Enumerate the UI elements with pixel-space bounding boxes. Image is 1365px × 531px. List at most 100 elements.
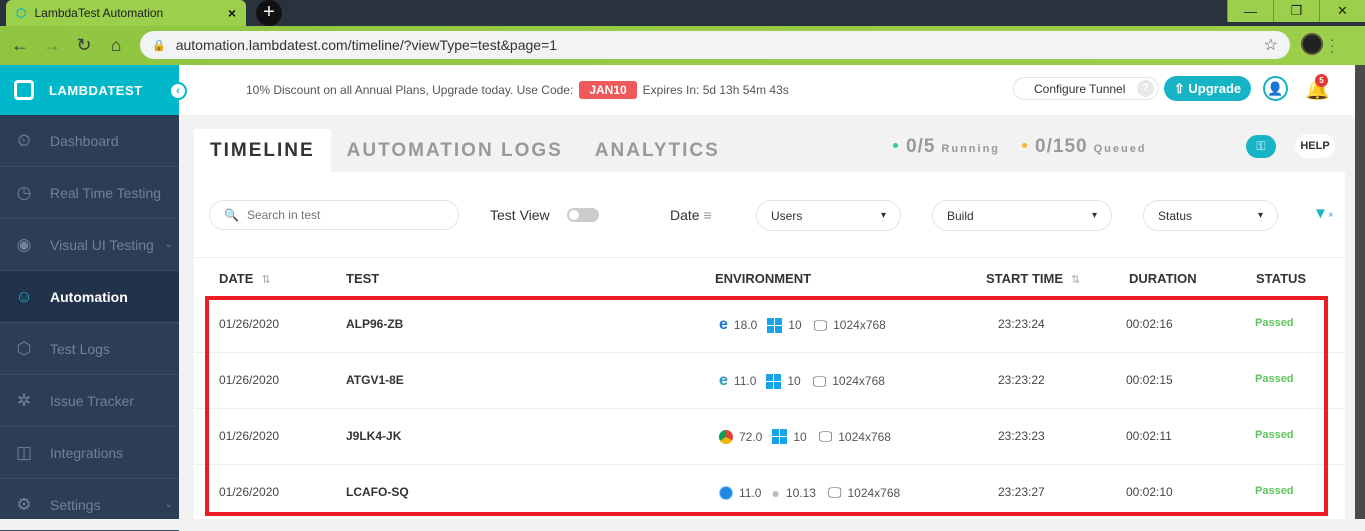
windows-icon: [767, 317, 783, 333]
browser-menu-icon[interactable]: · · ·: [1330, 32, 1335, 58]
user-profile-icon[interactable]: 👤: [1263, 76, 1288, 101]
sidebar-item-test-logs[interactable]: ⬡ Test Logs: [0, 323, 179, 375]
sidebar-item-real-time-testing[interactable]: ◷ Real Time Testing: [0, 167, 179, 219]
row-date: 01/26/2020: [219, 429, 280, 443]
browser-tab[interactable]: ⬡ LambdaTest Automation ×: [6, 0, 246, 26]
row-environment: e 18.0 10 🖵 1024x768: [719, 316, 886, 334]
row-date: 01/26/2020: [219, 485, 280, 499]
minimize-icon[interactable]: —: [1227, 0, 1273, 22]
chevron-down-icon: ▾: [1257, 210, 1263, 221]
lambdatest-logo-icon: [14, 80, 34, 100]
integrations-icon: ◫: [15, 442, 33, 462]
build-select[interactable]: Build ▾: [932, 200, 1112, 231]
profile-avatar[interactable]: [1301, 33, 1323, 55]
col-status: STATUS: [1256, 271, 1307, 286]
test-view-toggle[interactable]: [567, 208, 599, 222]
sort-icon[interactable]: ⇅: [1071, 274, 1080, 286]
page-tabs: TIMELINE AUTOMATION LOGS ANALYTICS: [194, 129, 736, 172]
table-row[interactable]: 01/26/2020 LCAFO-SQ 11.0 ● 10.13 🖵 1024x…: [194, 465, 1345, 521]
queued-count: 0/150: [1035, 136, 1088, 157]
tab-timeline[interactable]: TIMELINE: [194, 129, 331, 172]
configure-tunnel-button[interactable]: Configure Tunnel ?: [1013, 77, 1159, 100]
row-start-time: 23:23:23: [998, 429, 1045, 443]
upgrade-button[interactable]: ⇧ Upgrade: [1164, 76, 1251, 101]
date-label: Date: [670, 207, 700, 223]
tab-analytics[interactable]: ANALYTICS: [579, 129, 736, 172]
edge-icon: e: [719, 316, 728, 333]
sidebar-item-integrations[interactable]: ◫ Integrations: [0, 427, 179, 479]
browser-version: 18.0: [733, 318, 758, 332]
search-field[interactable]: 🔍: [209, 200, 459, 230]
promo-code-badge: JAN10: [579, 81, 637, 99]
back-icon[interactable]: ←: [8, 35, 32, 56]
page-scrollbar[interactable]: [1355, 65, 1365, 519]
col-date[interactable]: DATE ⇅: [219, 271, 271, 286]
sort-icon[interactable]: ⇅: [261, 274, 270, 286]
col-test: TEST: [346, 271, 380, 286]
col-start-time[interactable]: START TIME ⇅: [986, 271, 1080, 286]
lambdatest-favicon-icon: ⬡: [16, 6, 27, 20]
sidebar-item-automation[interactable]: ☺ Automation: [0, 271, 179, 323]
resolution: 1024x768: [847, 485, 901, 500]
row-duration: 00:02:15: [1126, 373, 1173, 387]
home-icon[interactable]: ⌂: [104, 35, 128, 56]
sidebar: LAMBDATEST ⏲ Dashboard ◷ Real Time Testi…: [0, 65, 179, 531]
new-tab-button[interactable]: +: [256, 0, 282, 26]
funnel-icon: ▼: [1313, 205, 1328, 222]
close-window-icon[interactable]: ✕: [1319, 0, 1365, 22]
apple-icon: ●: [771, 484, 780, 501]
running-count: 0/5: [906, 136, 936, 157]
close-tab-icon[interactable]: ×: [228, 5, 236, 21]
table-row[interactable]: 01/26/2020 ALP96-ZB e 18.0 10 🖵 1024x768…: [194, 297, 1345, 353]
monitor-icon: 🖵: [818, 428, 833, 444]
resolution: 1024x768: [838, 429, 891, 444]
address-bar[interactable]: 🔒 automation.lambdatest.com/timeline/?vi…: [140, 31, 1290, 59]
monitor-icon: 🖵: [827, 484, 842, 500]
restore-icon[interactable]: ❐: [1273, 0, 1319, 22]
help-question-icon[interactable]: ?: [1137, 80, 1154, 97]
row-test-name[interactable]: LCAFO-SQ: [346, 485, 409, 499]
row-date: 01/26/2020: [219, 317, 280, 331]
row-duration: 00:02:10: [1126, 485, 1173, 499]
search-input[interactable]: [246, 208, 437, 222]
chevron-down-icon[interactable]: ⌄: [165, 499, 173, 510]
resolution: 1024x768: [833, 318, 886, 332]
row-test-name[interactable]: ALP96-ZB: [346, 317, 403, 331]
row-date: 01/26/2020: [219, 373, 280, 387]
queued-dot-icon: [1022, 143, 1028, 148]
sidebar-item-settings[interactable]: ⚙ Settings ⌄: [0, 479, 179, 531]
running-label: Running: [941, 143, 1001, 155]
collapse-sidebar-button[interactable]: ‹: [169, 82, 187, 100]
users-select[interactable]: Users ▾: [756, 200, 901, 231]
reload-icon[interactable]: ↻: [72, 35, 96, 56]
sidebar-item-label: Issue Tracker: [50, 392, 135, 409]
clear-filter-button[interactable]: ▼×: [1313, 205, 1334, 222]
monitor-icon: 🖵: [813, 316, 828, 333]
row-test-name[interactable]: J9LK4-JK: [346, 429, 401, 443]
row-test-name[interactable]: ATGV1-8E: [346, 373, 404, 387]
promo-banner: 10% Discount on all Annual Plans, Upgrad…: [246, 81, 789, 99]
tab-automation-logs[interactable]: AUTOMATION LOGS: [331, 129, 579, 172]
access-key-button[interactable]: ⚿: [1246, 135, 1276, 158]
date-sort-button[interactable]: Date ≡: [670, 207, 712, 223]
sidebar-item-visual-ui-testing[interactable]: ◉ Visual UI Testing ⌄: [0, 219, 179, 271]
sidebar-item-issue-tracker[interactable]: ✲ Issue Tracker: [0, 375, 179, 427]
help-button[interactable]: HELP: [1295, 134, 1335, 158]
clock-icon: ◷: [16, 182, 32, 202]
sidebar-item-label: Dashboard: [50, 132, 119, 149]
status-select[interactable]: Status ▾: [1143, 200, 1278, 231]
bookmark-star-icon[interactable]: ☆: [1264, 35, 1278, 55]
table-row[interactable]: 01/26/2020 ATGV1-8E e 11.0 10 🖵 1024x768…: [194, 353, 1345, 409]
running-dot-icon: [893, 143, 898, 148]
table-row[interactable]: 01/26/2020 J9LK4-JK 72.0 10 🖵 1024x768 2…: [194, 409, 1345, 465]
row-duration: 00:02:16: [1126, 317, 1173, 331]
gauge-icon: ⏲: [17, 130, 31, 150]
promo-expiry: Expires In: 5d 13h 54m 43s: [642, 83, 789, 97]
sidebar-item-dashboard[interactable]: ⏲ Dashboard: [0, 115, 179, 167]
concurrency-stats: 0/5 Running 0/150 Queued: [893, 136, 1169, 158]
chevron-down-icon[interactable]: ⌄: [165, 239, 173, 250]
col-duration: DURATION: [1129, 271, 1197, 286]
sidebar-item-label: Settings: [50, 496, 101, 513]
forward-icon[interactable]: →: [40, 35, 64, 56]
brand[interactable]: LAMBDATEST: [0, 65, 179, 115]
